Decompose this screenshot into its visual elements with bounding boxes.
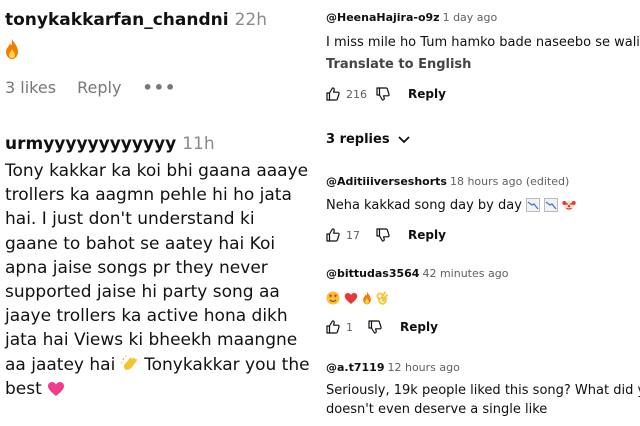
thumbs-down-icon[interactable] xyxy=(368,320,382,334)
reply-actions: 1 Reply xyxy=(326,318,438,336)
fire-emoji-icon xyxy=(6,39,18,59)
comment-username[interactable]: urmyyyyyyyyyyyy xyxy=(5,134,176,154)
reply-button[interactable]: Reply xyxy=(408,228,446,242)
like-count: 17 xyxy=(346,228,360,242)
comment-username[interactable]: @HeenaHajira-o9z xyxy=(326,11,440,24)
reply-actions: 17 Reply xyxy=(326,226,446,244)
comment-text: Tony kakkar ka koi bhi gaana aaaye troll… xyxy=(5,159,310,401)
thumbs-down-icon[interactable] xyxy=(376,228,390,242)
reply-emoji-row xyxy=(326,291,389,306)
clapping-hands-icon xyxy=(120,355,137,370)
reply-button[interactable]: Reply xyxy=(408,87,446,101)
reply-text-line: doesn't even deserve a single like xyxy=(326,402,548,417)
pink-heart-icon xyxy=(48,381,65,396)
replies-count-label: 3 replies xyxy=(326,132,390,147)
reply-text-line: Seriously, 19k people liked this song? W… xyxy=(326,383,640,398)
like-count: 1 xyxy=(346,320,353,334)
chart-decreasing-icon xyxy=(526,198,541,212)
comment-header: tonykakkarfan_chandni 22h xyxy=(5,10,267,30)
thumbs-up-icon[interactable] xyxy=(326,228,340,242)
comment-actions: 216 Reply xyxy=(326,85,446,103)
comment-text: I miss mile ho Tum hamko bade naseebo se… xyxy=(326,35,640,50)
comment-timestamp: 1 day ago xyxy=(442,11,498,24)
chevron-down-icon xyxy=(397,135,410,143)
reply-username[interactable]: @Aditiiiverseshorts xyxy=(326,175,447,188)
reply-header: @Aditiiiverseshorts 18 hours ago (edited) xyxy=(326,175,569,188)
thumbs-up-icon[interactable] xyxy=(326,87,340,101)
clown-face-icon xyxy=(562,200,577,211)
ok-hand-icon xyxy=(376,291,389,305)
reply-timestamp: 18 hours ago (edited) xyxy=(449,175,570,188)
fire-icon xyxy=(363,291,372,305)
reply-timestamp: 12 hours ago xyxy=(387,361,460,374)
reply-username[interactable]: @a.t7119 xyxy=(326,361,384,374)
comment-header: urmyyyyyyyyyyyy 11h xyxy=(5,134,215,154)
translate-link[interactable]: Translate to English xyxy=(326,57,471,72)
chart-decreasing-icon xyxy=(544,198,559,212)
heart-eyes-face-icon xyxy=(326,291,340,305)
comment-body: Tony kakkar ka koi bhi gaana aaaye troll… xyxy=(5,161,309,375)
reply-button[interactable]: Reply xyxy=(77,78,121,97)
like-count: 216 xyxy=(346,87,367,101)
reply-button[interactable]: Reply xyxy=(400,320,438,334)
comment-actions: 3 likes Reply ••• xyxy=(5,78,192,97)
likes-count[interactable]: 3 likes xyxy=(5,78,56,97)
replies-toggle[interactable]: 3 replies xyxy=(326,132,410,147)
comment-header: @HeenaHajira-o9z 1 day ago xyxy=(326,11,497,24)
instagram-comments-panel: tonykakkarfan_chandni 22h 3 likes Reply •… xyxy=(0,0,318,426)
reply-header: @a.t7119 12 hours ago xyxy=(326,361,460,374)
red-heart-icon xyxy=(344,293,358,304)
reply-text: Neha kakkad song day by day xyxy=(326,198,577,213)
reply-header: @bittudas3564 42 minutes ago xyxy=(326,267,508,280)
reply-username[interactable]: @bittudas3564 xyxy=(326,267,419,280)
thumbs-down-icon[interactable] xyxy=(376,87,390,101)
comment-timestamp: 22h xyxy=(234,10,267,30)
reply-timestamp: 42 minutes ago xyxy=(422,267,509,280)
more-options-icon[interactable]: ••• xyxy=(143,78,177,97)
youtube-comments-panel: @HeenaHajira-o9z 1 day ago I miss mile ho… xyxy=(322,0,640,426)
comment-timestamp: 11h xyxy=(182,134,215,154)
reply-body: Neha kakkad song day by day xyxy=(326,198,522,213)
comment-username[interactable]: tonykakkarfan_chandni xyxy=(5,10,229,30)
thumbs-up-icon[interactable] xyxy=(326,320,340,334)
